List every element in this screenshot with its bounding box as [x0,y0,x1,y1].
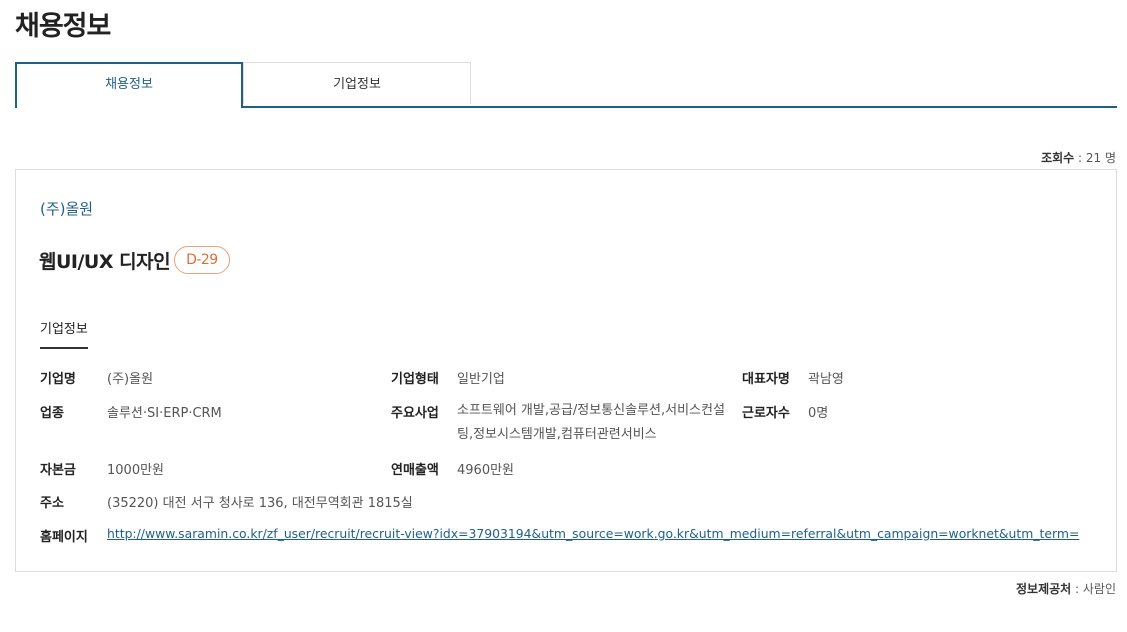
job-title: 웹UI/UX 디자인 D-29 [39,246,230,274]
provider-value: : 사람인 [1071,582,1116,596]
view-count-label: 조회수 [1041,151,1075,165]
field-label-company-type: 기업형태 [391,372,439,387]
field-value-address: (35220) 대전 서구 청사로 136, 대전무역회관 1815실 [107,496,413,511]
field-label-employees: 근로자수 [742,406,790,421]
job-title-text: 웹UI/UX 디자인 [39,250,171,273]
field-value-industry: 솔루션·SI·ERP·CRM [107,406,222,421]
field-label-ceo: 대표자명 [742,372,790,387]
tab-job-info[interactable]: 채용정보 [15,62,243,108]
field-label-business: 주요사업 [391,406,439,421]
field-value-revenue: 4960만원 [457,463,515,478]
field-label-company-name: 기업명 [40,372,76,387]
field-value-capital: 1000만원 [107,463,165,478]
company-name[interactable]: (주)올원 [40,198,93,219]
field-label-homepage: 홈페이지 [40,530,88,545]
field-value-employees: 0명 [808,406,829,421]
field-value-business: 소프트웨어 개발,공급/정보통신솔루션,서비스컨설팅,정보시스템개발,컴퓨터관련… [457,403,725,442]
view-count-value: : 21 명 [1074,151,1116,165]
tab-company-info[interactable]: 기업정보 [243,62,471,104]
field-label-revenue: 연매출액 [391,463,439,478]
field-label-capital: 자본금 [40,463,76,478]
info-provider: 정보제공처 : 사람인 [1016,580,1116,597]
field-label-address: 주소 [40,496,64,511]
field-value-ceo: 곽남영 [808,372,844,387]
field-value-company-name: (주)올원 [107,372,154,387]
job-card: (주)올원 웹UI/UX 디자인 D-29 기업정보 기업명 (주)올원 기업형… [15,169,1117,572]
homepage-link[interactable]: http://www.saramin.co.kr/zf_user/recruit… [107,526,1079,541]
dday-badge: D-29 [174,246,230,274]
page-title: 채용정보 [15,11,111,42]
provider-label: 정보제공처 [1016,582,1072,596]
field-label-industry: 업종 [40,406,64,421]
tab-bar: 채용정보 기업정보 [15,62,1117,108]
view-count: 조회수 : 21 명 [1041,149,1116,166]
field-value-company-type: 일반기업 [457,372,505,387]
section-title: 기업정보 [40,318,88,349]
